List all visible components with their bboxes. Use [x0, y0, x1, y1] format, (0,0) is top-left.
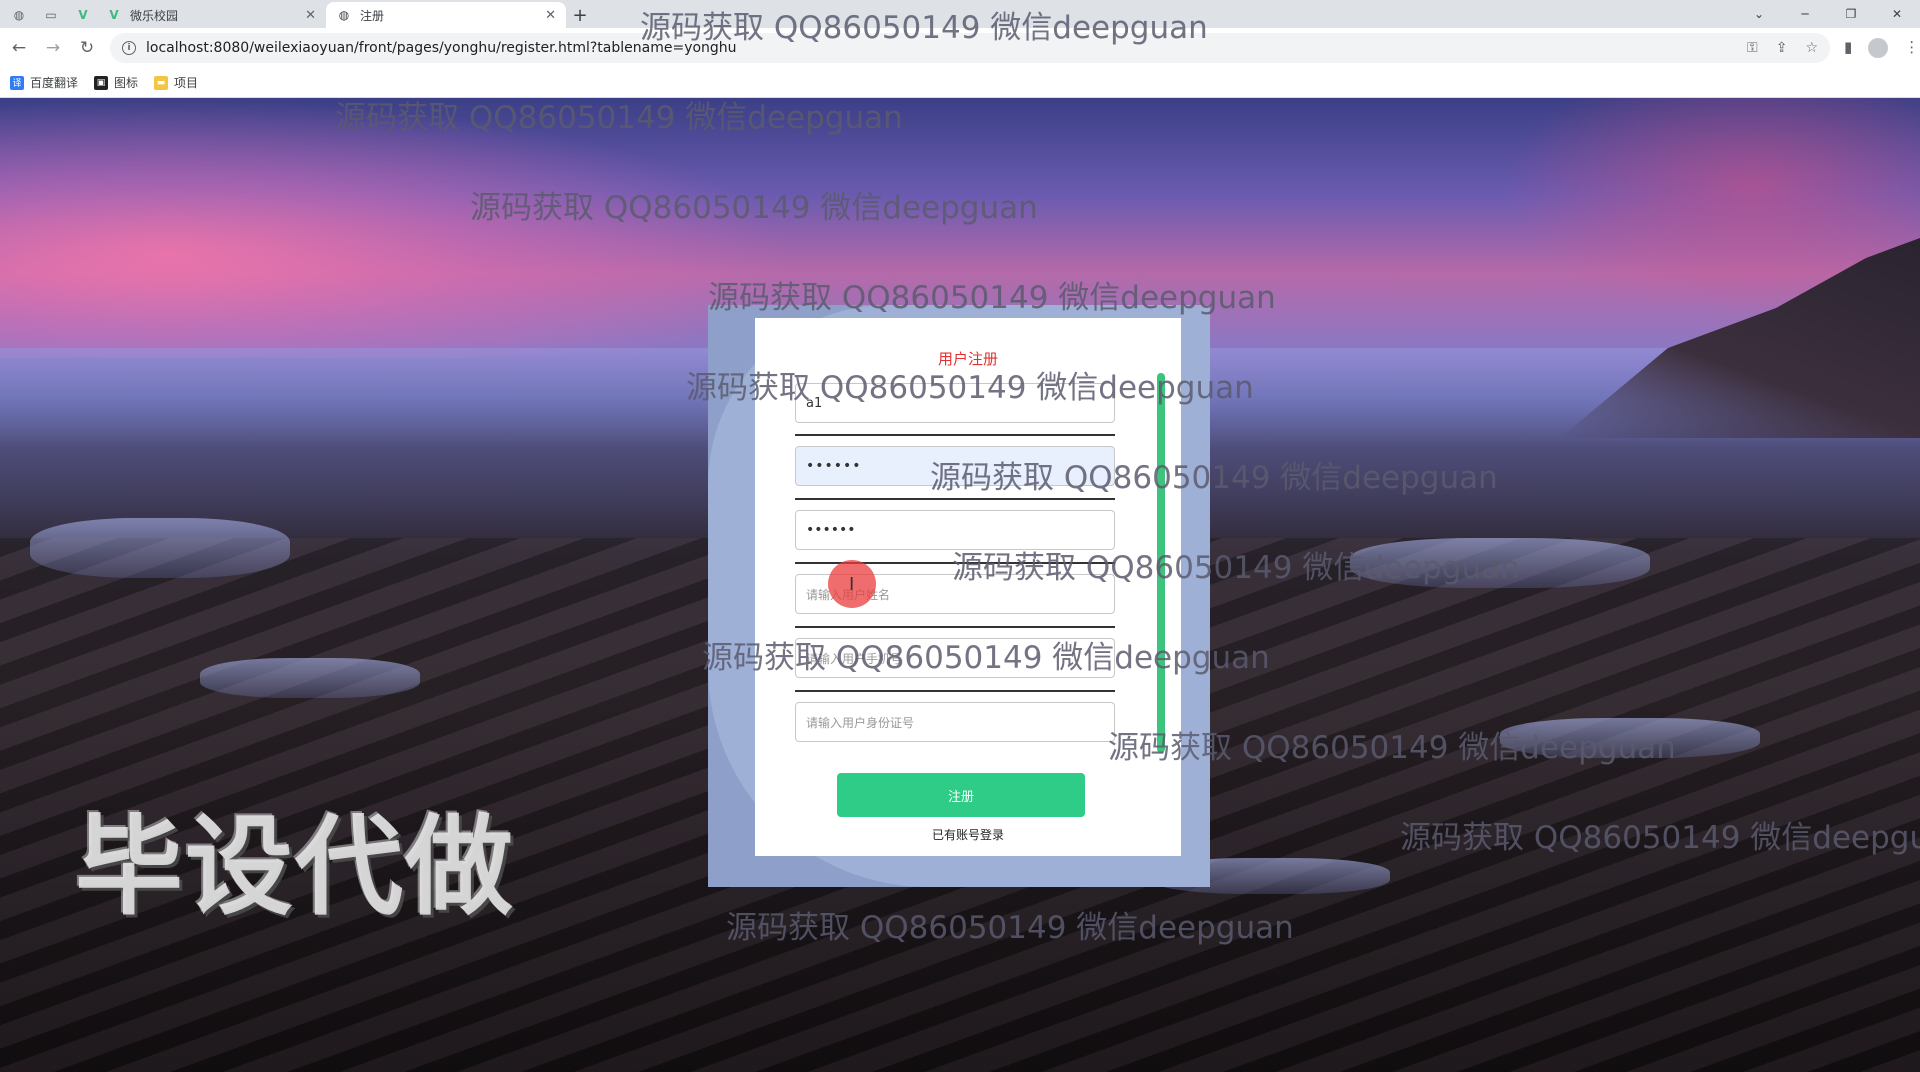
key-icon[interactable]: ⚿: [1747, 40, 1758, 56]
profile-icon[interactable]: [1868, 38, 1889, 58]
watermark: 源码获取 QQ86050149 微信deepguan: [702, 640, 1270, 676]
blank-page-icon: ▭: [45, 8, 57, 22]
watermark: 源码获取 QQ86050149 微信deepguan: [726, 910, 1294, 946]
close-icon[interactable]: ✕: [545, 8, 556, 23]
close-icon[interactable]: ✕: [305, 8, 316, 23]
watermark: 源码获取 QQ86050149 微信deepguan: [686, 370, 1254, 406]
register-button[interactable]: 注册: [837, 773, 1085, 817]
vue-icon: V: [78, 8, 88, 22]
pinned-tab-globe[interactable]: ◍: [6, 2, 32, 28]
tidal-pool: [200, 658, 420, 698]
bookmark-label: 百度翻译: [30, 76, 79, 90]
bookmarks-bar: 译 百度翻译 ▣ 图标 ▬ 项目: [0, 68, 1920, 98]
bookmark-baidu-translate[interactable]: 译 百度翻译: [10, 74, 78, 91]
login-link[interactable]: 已有账号登录: [755, 826, 1181, 843]
kebab-menu-icon[interactable]: ⋮: [1904, 38, 1919, 58]
watermark: 源码获取 QQ86050149 微信deepguan: [335, 100, 903, 136]
share-icon[interactable]: ⇪: [1776, 40, 1788, 56]
tab-title: 微乐校园: [130, 8, 179, 23]
sky-glow: [0, 98, 800, 358]
tab-register[interactable]: ◍ 注册 ✕: [326, 2, 566, 28]
globe-icon: ◍: [338, 8, 350, 22]
id-card-input[interactable]: 请输入用户身份证号: [795, 702, 1115, 742]
pinned-tab-vue[interactable]: V: [70, 2, 96, 28]
watermark: 源码获取 QQ86050149 微信deepguan: [1400, 820, 1920, 856]
new-tab-button[interactable]: +: [566, 2, 594, 28]
watermark: 源码获取 QQ86050149 微信deepguan: [952, 550, 1520, 586]
watermark: 源码获取 QQ86050149 微信deepguan: [1108, 730, 1676, 766]
watermark: 源码获取 QQ86050149 微信deepguan: [708, 280, 1276, 316]
tidal-pool: [30, 518, 290, 578]
arrow-left-icon[interactable]: ←: [4, 33, 34, 63]
bookmark-icons[interactable]: ▣ 图标: [94, 74, 138, 91]
sidebar-icon[interactable]: ▮: [1844, 38, 1852, 58]
star-icon[interactable]: ☆: [1805, 40, 1818, 56]
text-cursor-icon: I: [849, 574, 855, 595]
field-divider: [795, 498, 1115, 500]
folder-icon: ▬: [154, 75, 169, 90]
vue-icon: V: [109, 8, 119, 22]
restore-icon[interactable]: ❐: [1828, 0, 1874, 28]
pinned-tab-blank[interactable]: ▭: [38, 2, 64, 28]
info-icon[interactable]: i: [122, 41, 136, 55]
minimize-icon[interactable]: ─: [1782, 0, 1828, 28]
close-window-icon[interactable]: ✕: [1874, 0, 1920, 28]
field-divider: [795, 434, 1115, 436]
tab-search-icon[interactable]: ⌄: [1736, 0, 1782, 28]
globe-icon: ◍: [13, 8, 25, 22]
tab-title: 注册: [360, 8, 385, 23]
bookmark-label: 项目: [174, 76, 199, 90]
watermark: 源码获取 QQ86050149 微信deepguan: [640, 10, 1208, 46]
field-divider: [795, 690, 1115, 692]
bookmark-project[interactable]: ▬ 项目: [154, 74, 198, 91]
translate-icon: 译: [10, 75, 24, 90]
bookmark-label: 图标: [114, 76, 139, 90]
field-divider: [795, 626, 1115, 628]
arrow-right-icon[interactable]: →: [38, 33, 68, 63]
watermark: 源码获取 QQ86050149 微信deepguan: [470, 190, 1038, 226]
image-icon: ▣: [94, 75, 109, 90]
overlay-promo-text: 毕设代做: [75, 805, 516, 930]
window-controls: ⌄ ─ ❐ ✕: [1736, 0, 1920, 28]
tab-weilexiaoyuan[interactable]: V 微乐校园 ✕: [96, 2, 326, 28]
reload-icon[interactable]: ↻: [72, 33, 102, 63]
watermark: 源码获取 QQ86050149 微信deepguan: [930, 460, 1498, 496]
